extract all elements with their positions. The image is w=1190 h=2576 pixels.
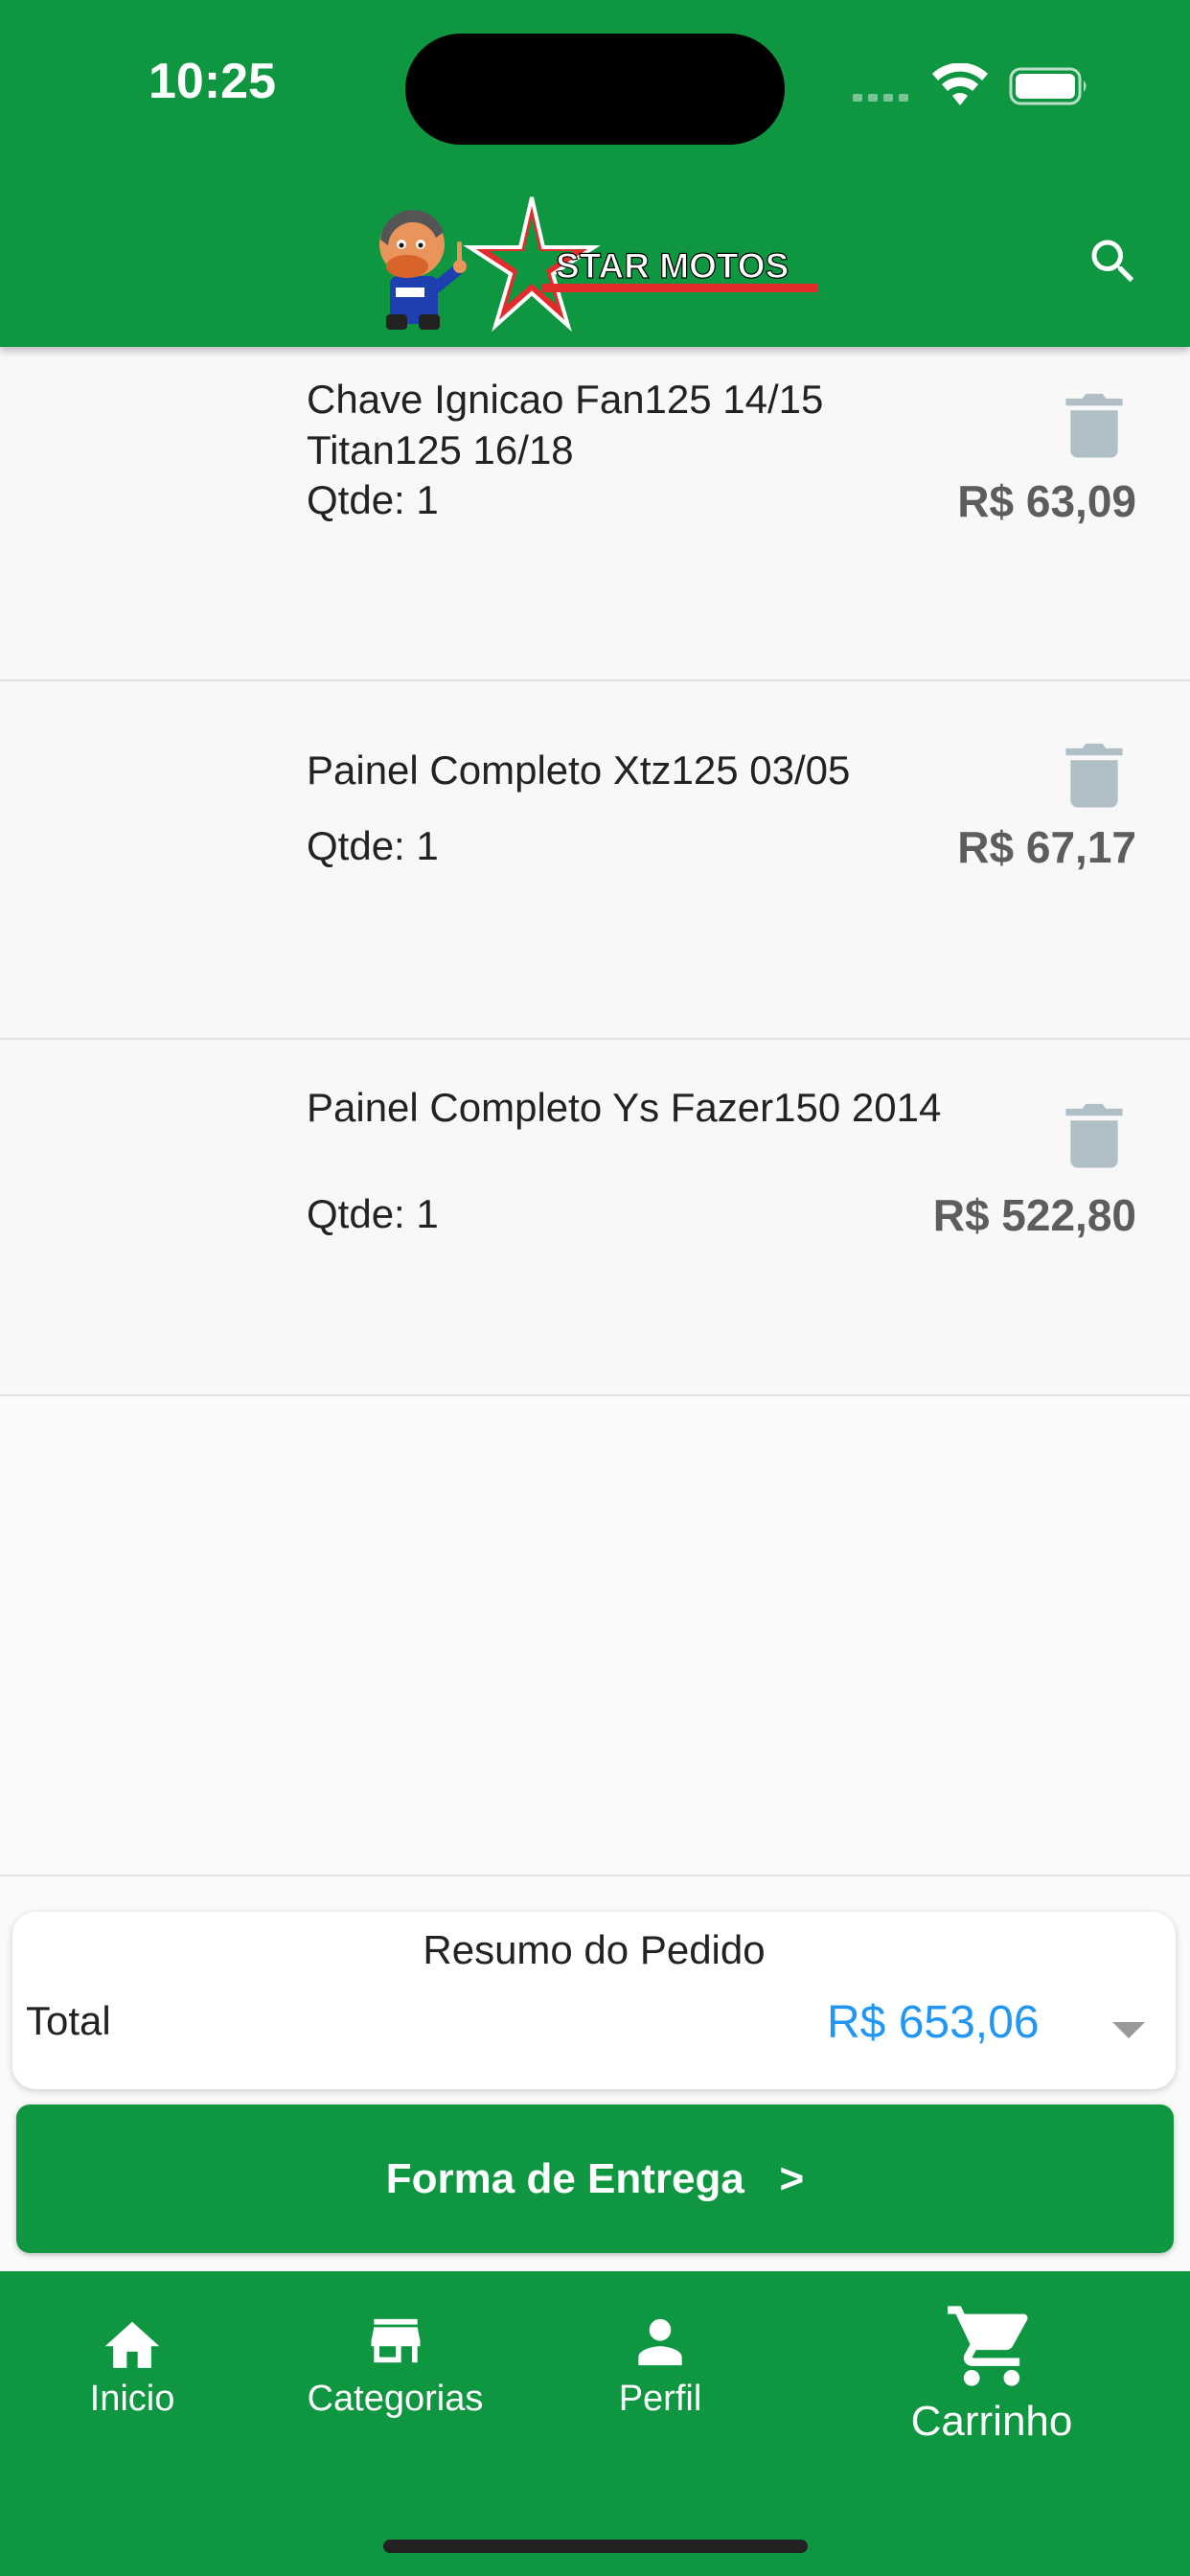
item-name: Painel Completo Xtz125 03/05 [307, 748, 851, 793]
item-qty: Qtde: 1 [307, 1191, 439, 1236]
total-value: R$ 653,06 [827, 1997, 1040, 2048]
nav-perfil[interactable]: Perfil [593, 2313, 727, 2420]
nav-label: Perfil [618, 2379, 702, 2419]
battery-icon [1009, 67, 1087, 105]
expand-caret-icon[interactable] [1112, 2022, 1145, 2038]
item-name: Painel Completo Ys Fazer150 2014 [307, 1085, 942, 1130]
nav-carrinho[interactable]: Carrinho [891, 2298, 1092, 2446]
search-icon[interactable] [1085, 233, 1142, 290]
item-name: Chave Ignicao Fan125 14/15 Titan125 16/1… [307, 377, 824, 472]
nav-label: Carrinho [910, 2398, 1073, 2445]
cart-item[interactable]: Chave Ignicao Fan125 14/15 Titan125 16/1… [0, 347, 1190, 681]
nav-label: Inicio [89, 2379, 175, 2419]
item-price: R$ 522,80 [932, 1190, 1136, 1240]
app-header: 10:25 STAR MOTOS [0, 0, 1190, 347]
nav-label: Categorias [307, 2379, 484, 2419]
star-motos-logo: STAR MOTOS [379, 196, 817, 333]
bottom-nav: Inicio Categorias Perfil Carrinho [0, 2271, 1190, 2576]
item-qty: Qtde: 1 [307, 823, 439, 868]
svg-text:STAR MOTOS: STAR MOTOS [556, 246, 789, 286]
mascot-icon [379, 210, 467, 330]
home-icon [104, 2321, 160, 2368]
home-indicator[interactable] [383, 2540, 808, 2553]
nav-inicio[interactable]: Inicio [65, 2313, 199, 2420]
order-summary[interactable]: Resumo do Pedido Total R$ 653,06 [12, 1912, 1176, 2089]
store-icon [371, 2318, 420, 2363]
nav-categorias[interactable]: Categorias [292, 2313, 498, 2420]
summary-title: Resumo do Pedido [423, 1927, 766, 1972]
signal-icon [853, 94, 908, 102]
delivery-method-button[interactable]: Forma de Entrega > [16, 2104, 1174, 2253]
list-divider [0, 1874, 1190, 1876]
trash-icon[interactable] [1065, 739, 1123, 810]
item-qty: Qtde: 1 [307, 477, 439, 522]
status-time: 10:25 [149, 54, 276, 109]
cart-item[interactable]: Painel Completo Ys Fazer150 2014 Qtde: 1… [0, 1040, 1190, 1396]
trash-icon[interactable] [1065, 389, 1123, 460]
person-icon [638, 2318, 682, 2366]
wifi-icon [932, 63, 988, 105]
cart-icon [948, 2306, 1028, 2386]
total-label: Total [26, 1998, 111, 2043]
item-price: R$ 67,17 [957, 822, 1136, 872]
cart-item[interactable]: Painel Completo Xtz125 03/05 Qtde: 1 R$ … [0, 681, 1190, 1040]
dynamic-island [405, 34, 785, 145]
trash-icon[interactable] [1065, 1099, 1123, 1170]
item-price: R$ 63,09 [957, 476, 1136, 526]
